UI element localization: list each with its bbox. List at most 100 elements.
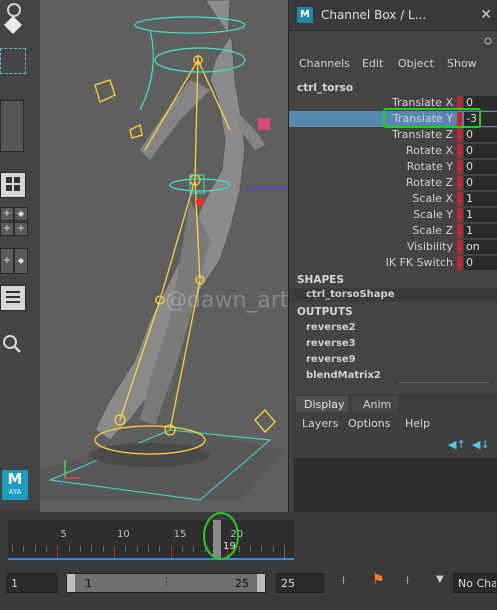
output-item-blendmatrix2[interactable]: blendMatrix2 (306, 370, 381, 381)
scene-render (40, 0, 288, 501)
frame-tick (125, 546, 127, 552)
channel-row[interactable]: Scale X 1 (289, 191, 497, 207)
search-icon[interactable] (0, 332, 24, 356)
menu-show[interactable]: Show (447, 57, 477, 70)
range-slider: 1 1 ⋮ 25 25 ⟊ ⚑ ⟊ ▼ No Cha (0, 560, 497, 610)
channel-row[interactable]: Rotate X 0 (289, 143, 497, 159)
playback-range-bar[interactable]: 1 ⋮ 25 (66, 573, 266, 593)
channel-label[interactable]: Rotate X (406, 144, 453, 157)
shape-item: ctrl_torsoShape (306, 289, 395, 300)
channel-row[interactable]: Rotate Z 0 (289, 175, 497, 191)
new-layer-selected-icon[interactable]: ◀↓ (472, 438, 490, 451)
channel-label[interactable]: Translate Z (392, 128, 453, 141)
channel-value-field[interactable]: 0 (464, 160, 497, 174)
channel-row[interactable]: Rotate Y 0 (289, 159, 497, 175)
time-slider[interactable]: 5 10 15 20 19 (0, 512, 497, 560)
panel-splitter[interactable] (399, 382, 489, 383)
current-frame-label: 19 (223, 541, 236, 552)
scale-tool-icon[interactable] (0, 12, 22, 34)
channel-label[interactable]: Scale X (412, 192, 453, 205)
channel-value-field[interactable]: on (464, 240, 497, 254)
timeline-track[interactable]: 5 10 15 20 (8, 520, 294, 560)
new-layer-icon[interactable]: ◀↑ (448, 438, 466, 451)
channel-value-field[interactable]: 1 (464, 208, 497, 222)
output-item-reverse9[interactable]: reverse9 (306, 354, 356, 365)
key-tick-icon[interactable]: ⟊ (342, 574, 345, 588)
maya-logo-caption: AYA (8, 488, 22, 496)
channel-row[interactable]: IK FK Switch 0 (289, 255, 497, 271)
character-set-field[interactable]: No Cha (453, 573, 497, 593)
object-name[interactable]: ctrl_torso (297, 82, 353, 94)
channel-box-panel: M Channel Box / L... ✕ Channels Edit Obj… (288, 0, 497, 590)
keyed-indicator (457, 160, 462, 174)
frame-tick (68, 546, 70, 552)
keyed-indicator (457, 224, 462, 238)
keyed-indicator (457, 128, 462, 142)
outputs-heading: OUTPUTS (297, 306, 353, 318)
keyframe-flag-icon[interactable]: ⚑ (372, 572, 385, 588)
channel-value-field[interactable]: 0 (464, 144, 497, 158)
channel-row[interactable]: Scale Y 1 (289, 207, 497, 223)
tab-display[interactable]: Display (296, 396, 348, 412)
shape-row[interactable]: ctrl_torsoShape (289, 288, 497, 302)
menu-edit[interactable]: Edit (362, 57, 383, 70)
end-time-field[interactable]: 25 (276, 573, 324, 593)
frame-tick (91, 546, 93, 552)
maya-window-logo: M (297, 7, 313, 23)
layout-plus-icon[interactable]: + (0, 207, 14, 221)
frame-tick-label: 5 (60, 529, 67, 540)
menu-layers[interactable]: Layers (302, 417, 338, 430)
frame-tick (182, 546, 183, 552)
layout-plus-icon-3[interactable]: + (14, 222, 28, 236)
channel-label[interactable]: IK FK Switch (386, 256, 453, 269)
layout-split-diamond-icon[interactable]: ◆ (14, 248, 28, 274)
menu-options[interactable]: Options (348, 417, 390, 430)
frame-tick (23, 546, 25, 552)
key-tick-icon-2[interactable]: ⟊ (406, 574, 409, 588)
outliner-icon[interactable] (0, 285, 26, 311)
layout-grid-icon[interactable] (0, 172, 26, 198)
channel-value-field[interactable]: 0 (464, 176, 497, 190)
channel-label[interactable]: Scale Z (412, 224, 453, 237)
frame-tick (238, 546, 240, 552)
keyed-indicator (457, 176, 462, 190)
channel-box-title-bar[interactable]: M Channel Box / L... ✕ (289, 0, 497, 31)
range-start-handle[interactable] (67, 574, 75, 592)
output-item-reverse2[interactable]: reverse2 (306, 322, 356, 333)
channel-row[interactable]: Visibility on (289, 239, 497, 255)
layout-split-icon[interactable]: + (0, 248, 14, 274)
last-tool-icon[interactable] (0, 100, 24, 152)
menu-channels[interactable]: Channels (299, 57, 350, 70)
pin-icon[interactable] (481, 34, 495, 48)
channel-value-field[interactable]: 0 (464, 256, 497, 270)
dropdown-chevron-icon[interactable]: ▼ (436, 574, 444, 585)
close-icon[interactable]: ✕ (480, 7, 492, 23)
tab-anim[interactable]: Anim (352, 396, 398, 412)
range-end-handle[interactable] (257, 574, 265, 592)
channel-value-field[interactable]: 1 (464, 224, 497, 238)
channel-label[interactable]: Scale Y (413, 208, 453, 221)
frame-tick-label: 15 (173, 529, 187, 540)
frame-tick (46, 546, 47, 552)
frame-tick (102, 546, 104, 552)
start-time-field[interactable]: 1 (6, 573, 58, 593)
tool-shelf: + ◆ + + + ◆ M AYA (0, 0, 41, 510)
viewport-3d[interactable]: @dawn_art (40, 0, 288, 512)
channel-row[interactable]: Translate Z 0 (289, 127, 497, 143)
output-item-reverse3[interactable]: reverse3 (306, 338, 356, 349)
layout-diamond-icon[interactable]: ◆ (14, 207, 28, 221)
menu-object[interactable]: Object (398, 57, 434, 70)
channel-label[interactable]: Rotate Y (407, 160, 453, 173)
channel-value-field[interactable]: 0 (464, 128, 497, 142)
channel-value-field[interactable]: 1 (464, 192, 497, 206)
keyed-indicator (457, 240, 462, 254)
lasso-tool-icon[interactable] (0, 48, 26, 74)
shapes-heading: SHAPES (297, 274, 344, 286)
frame-tick (34, 546, 36, 552)
layout-plus-icon-2[interactable]: + (0, 222, 14, 236)
menu-help[interactable]: Help (405, 417, 430, 430)
frame-tick (193, 546, 195, 552)
channel-label[interactable]: Visibility (407, 240, 453, 253)
channel-label[interactable]: Rotate Z (406, 176, 453, 189)
channel-row[interactable]: Scale Z 1 (289, 223, 497, 239)
